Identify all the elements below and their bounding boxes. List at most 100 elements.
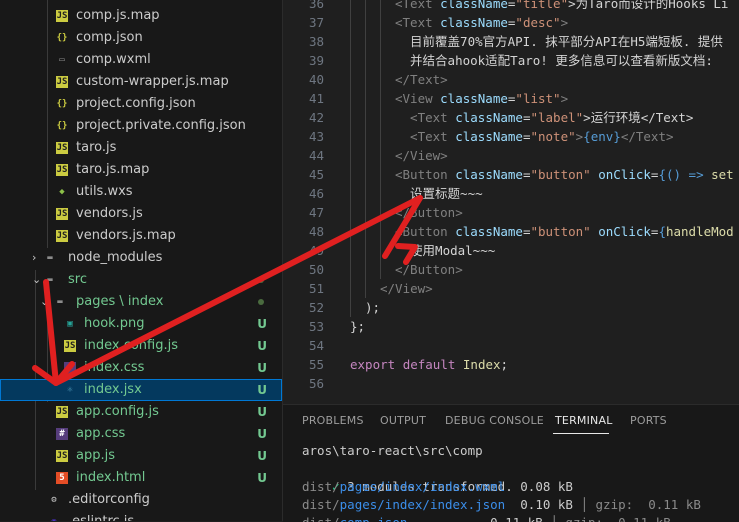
json-file-icon: {} xyxy=(56,99,68,109)
code-text: </View> xyxy=(395,146,448,165)
code-line[interactable]: 55 export default Index; xyxy=(283,355,739,374)
tree-item[interactable]: JS vendors.js.map xyxy=(0,225,282,247)
tree-item[interactable]: JS taro.js.map xyxy=(0,159,282,181)
tree-item[interactable]: JS taro.js xyxy=(0,137,282,159)
git-untracked-badge: U xyxy=(257,361,267,375)
tree-item[interactable]: ◆ utils.wxs xyxy=(0,181,282,203)
code-editor[interactable]: 36 <Text className="title">为Taro而设计的Hooks… xyxy=(283,0,739,398)
tree-folder-node-modules[interactable]: › ▬ node_modules xyxy=(0,247,282,269)
tab-ports[interactable]: PORTS xyxy=(630,414,667,427)
code-line[interactable]: 37 <Text className="desc"> xyxy=(283,13,739,32)
chevron-down-icon[interactable]: ⌄ xyxy=(32,269,41,291)
code-line[interactable]: 51 </View> xyxy=(283,279,739,298)
tree-item-label: custom-wrapper.js.map xyxy=(76,74,229,89)
code-token: "label" xyxy=(530,110,584,125)
code-line[interactable]: 54 xyxy=(283,336,739,355)
tree-item[interactable]: {} project.private.config.json xyxy=(0,115,282,137)
bottom-panel: PROBLEMS OUTPUT DEBUG CONSOLE TERMINAL P… xyxy=(283,404,739,522)
indent-guide xyxy=(350,279,351,298)
tree-item[interactable]: JS vendors.js xyxy=(0,203,282,225)
code-line[interactable]: 43 <Text className="note">{env}</Text> xyxy=(283,127,739,146)
tree-item[interactable]: {} comp.json xyxy=(0,27,282,49)
indent-guide xyxy=(365,32,366,51)
tab-problems[interactable]: PROBLEMS xyxy=(302,414,364,427)
indent-guide xyxy=(380,0,381,13)
terminal-cwd: aros\taro-react\src\comp xyxy=(302,443,483,458)
tab-output[interactable]: OUTPUT xyxy=(380,414,426,427)
tree-item[interactable]: JS custom-wrapper.js.map xyxy=(0,71,282,93)
code-line[interactable]: 36 <Text className="title">为Taro而设计的Hooks… xyxy=(283,0,739,13)
code-line[interactable]: 41 <View className="list"> xyxy=(283,89,739,108)
code-token: 并结合ahook适配Taro! 更多信息可以查看新版文档: xyxy=(395,53,713,68)
panel-tabs: PROBLEMS OUTPUT DEBUG CONSOLE TERMINAL P… xyxy=(283,405,739,435)
chevron-down-icon[interactable]: ⌄ xyxy=(40,291,49,313)
git-untracked-badge: U xyxy=(257,449,267,463)
code-text: ); xyxy=(365,298,380,317)
tree-item[interactable]: {} project.config.json xyxy=(0,93,282,115)
code-line[interactable]: 39 并结合ahook适配Taro! 更多信息可以查看新版文档: xyxy=(283,51,739,70)
indent-guide xyxy=(365,13,366,32)
tree-item[interactable]: JS index.config.js U xyxy=(0,335,282,357)
tree-item-label: index.css xyxy=(84,360,145,375)
code-token: <View xyxy=(395,91,441,106)
tree-item[interactable]: ▭ comp.wxml xyxy=(0,49,282,71)
js-file-icon: JS xyxy=(56,142,68,154)
code-line[interactable]: 56 xyxy=(283,374,739,393)
indent-guide xyxy=(380,51,381,70)
code-line[interactable]: 38 目前覆盖70%官方API. 抹平部分API在H5端短板. 提供 xyxy=(283,32,739,51)
indent-guide xyxy=(350,203,351,222)
tree-item[interactable]: ⚛ index.jsx U xyxy=(0,379,282,401)
indent-guide xyxy=(365,108,366,127)
code-token: handleMod xyxy=(665,224,734,239)
code-line[interactable]: 47 </Button> xyxy=(283,203,739,222)
indent-guide xyxy=(380,260,381,279)
code-token: </Button> xyxy=(395,262,463,277)
tree-item-label: vendors.js xyxy=(76,206,143,221)
code-line[interactable]: 44 </View> xyxy=(283,146,739,165)
tree-folder-src[interactable]: ⌄ ▬ src xyxy=(0,269,282,291)
code-line[interactable]: 52); xyxy=(283,298,739,317)
tree-item-label: index.html xyxy=(76,470,146,485)
indent-guide xyxy=(380,184,381,203)
tree-item[interactable]: # index.css U xyxy=(0,357,282,379)
wxs-file-icon: ◆ xyxy=(59,187,65,197)
code-line[interactable]: 46 设置标题~~~ xyxy=(283,184,739,203)
tree-item-editorconfig[interactable]: ⚙ .editorconfig xyxy=(0,489,282,511)
code-line[interactable]: 42 <Text className="label">运行环境</Text> xyxy=(283,108,739,127)
tree-item[interactable]: 5 index.html U xyxy=(0,467,282,489)
tree-item[interactable]: JS app.js U xyxy=(0,445,282,467)
tab-debug-console[interactable]: DEBUG CONSOLE xyxy=(445,414,544,427)
tree-item[interactable]: JS app.config.js U xyxy=(0,401,282,423)
code-line[interactable]: 40 </Text> xyxy=(283,70,739,89)
tree-item-eslintrc[interactable]: ◉ .eslintrc.js xyxy=(0,511,282,521)
indent-guide xyxy=(350,260,351,279)
indent-guide xyxy=(365,203,366,222)
tree-item[interactable]: ▣ hook.png U xyxy=(0,313,282,335)
tree-item-label: project.private.config.json xyxy=(76,118,246,133)
code-token: "list" xyxy=(515,91,561,106)
line-number: 51 xyxy=(308,281,324,296)
code-line[interactable]: 49 使用Modal~~~ xyxy=(283,241,739,260)
code-line[interactable]: 50 </Button> xyxy=(283,260,739,279)
tree-item[interactable]: # app.css U xyxy=(0,423,282,445)
code-text: export default Index; xyxy=(350,355,508,374)
code-line[interactable]: 53}; xyxy=(283,317,739,336)
line-number: 55 xyxy=(308,357,324,372)
indent-guide xyxy=(365,89,366,108)
tree-item[interactable]: JS comp.js.map xyxy=(0,5,282,27)
chevron-right-icon[interactable]: › xyxy=(32,247,36,269)
code-token: "note" xyxy=(530,129,576,144)
code-text: </View> xyxy=(380,279,433,298)
tab-terminal[interactable]: TERMINAL xyxy=(555,414,613,427)
code-line[interactable]: 45 <Button className="button" onClick={()… xyxy=(283,165,739,184)
explorer-sidebar: JS comp.js.map {} comp.json ▭ comp.wxml JS cust… xyxy=(0,0,283,521)
code-token: {() => xyxy=(658,167,712,182)
code-token: className xyxy=(455,129,523,144)
code-token: className xyxy=(455,224,523,239)
tree-item-label: src xyxy=(68,272,87,287)
code-token: > xyxy=(560,91,569,106)
indent-guide xyxy=(350,298,351,317)
tree-folder-pages-index[interactable]: ⌄ ▬ pages \ index xyxy=(0,291,282,313)
gear-icon: ⚙ xyxy=(51,495,57,505)
code-line[interactable]: 48 <Button className="button" onClick={ha… xyxy=(283,222,739,241)
